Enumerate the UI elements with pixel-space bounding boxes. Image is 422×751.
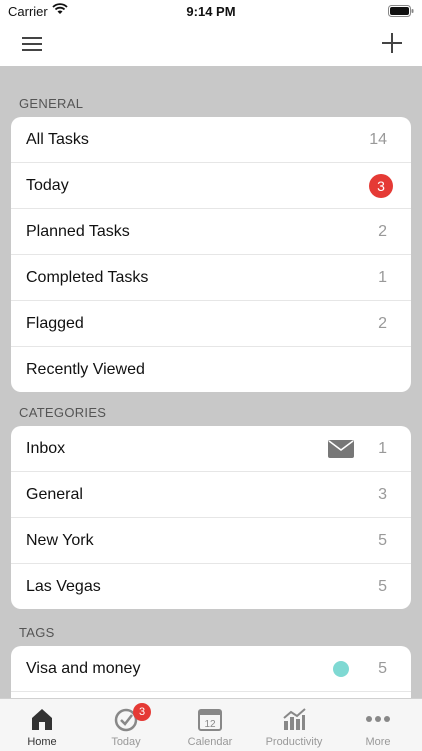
home-icon (32, 709, 52, 730)
list-item-all-tasks[interactable]: All Tasks 14 (11, 117, 411, 163)
list-item-count: 1 (378, 440, 387, 457)
hamburger-menu-icon[interactable] (20, 33, 44, 55)
tag-color-dot (333, 661, 349, 677)
productivity-icon (283, 708, 306, 730)
list-item-inbox[interactable]: Inbox 1 (11, 426, 411, 472)
general-card: All Tasks 14 Today 3 Planned Tasks 2 Com… (11, 117, 411, 392)
list-item-label: Inbox (26, 440, 66, 457)
list-item-general[interactable]: General 3 (11, 472, 411, 518)
list-item-label: Today (26, 177, 69, 194)
calendar-icon: 12 (198, 709, 222, 731)
list-item-label: Planned Tasks (26, 223, 130, 240)
tags-card: Visa and money 5 (11, 646, 411, 698)
tab-label: Calendar (187, 736, 233, 748)
list-item-label: Visa and money (26, 660, 141, 677)
tab-more[interactable]: More (336, 699, 420, 751)
list-item-count: 2 (378, 223, 387, 240)
tab-home[interactable]: Home (0, 699, 84, 751)
list-item-las-vegas[interactable]: Las Vegas 5 (11, 564, 411, 609)
list-item-count: 14 (369, 131, 387, 148)
list-item-label: New York (26, 532, 94, 549)
lists-content: GENERAL All Tasks 14 Today 3 Planned Tas… (0, 66, 422, 698)
tab-today[interactable]: 3 Today (84, 699, 168, 751)
list-item-label: All Tasks (26, 131, 89, 148)
list-item-planned-tasks[interactable]: Planned Tasks 2 (11, 209, 411, 255)
section-header-categories: CATEGORIES (19, 405, 107, 420)
list-item-label: Flagged (26, 315, 84, 332)
tab-bar: Home 3 Today 12 Calendar Productivity Mo… (0, 698, 422, 751)
tab-label: Today (111, 736, 141, 748)
list-item-completed-tasks[interactable]: Completed Tasks 1 (11, 255, 411, 301)
section-header-general: GENERAL (19, 96, 84, 111)
list-item-label: Recently Viewed (26, 361, 145, 378)
list-item-new-york[interactable]: New York 5 (11, 518, 411, 564)
today-count-badge: 3 (369, 174, 393, 198)
categories-card: Inbox 1 General 3 New York 5 Las Vegas 5 (11, 426, 411, 609)
list-item-count: 2 (378, 315, 387, 332)
navigation-bar (0, 22, 422, 66)
tab-label: Productivity (265, 736, 323, 748)
battery-icon (388, 5, 414, 17)
list-item-count: 1 (378, 269, 387, 286)
list-item-label: Las Vegas (26, 578, 101, 595)
tab-label: Home (27, 736, 57, 748)
list-item-count: 5 (378, 578, 387, 595)
list-item-today[interactable]: Today 3 (11, 163, 411, 209)
mail-icon (328, 440, 354, 458)
list-item-flagged[interactable]: Flagged 2 (11, 301, 411, 347)
tab-calendar[interactable]: 12 Calendar (168, 699, 252, 751)
list-item-count: 3 (378, 486, 387, 503)
tab-productivity[interactable]: Productivity (252, 699, 336, 751)
list-item-recently-viewed[interactable]: Recently Viewed (11, 347, 411, 392)
more-icon (366, 716, 390, 722)
status-bar: Carrier 9:14 PM (0, 0, 422, 22)
list-item-count: 5 (378, 660, 387, 677)
list-item-label: Completed Tasks (26, 269, 149, 286)
list-item-count: 5 (378, 532, 387, 549)
list-item-label: General (26, 486, 83, 503)
calendar-day-number: 12 (204, 719, 216, 730)
tab-label: More (365, 736, 391, 748)
section-header-tags: TAGS (19, 625, 55, 640)
list-item-visa-and-money[interactable]: Visa and money 5 (11, 646, 411, 692)
today-tab-badge: 3 (133, 703, 151, 721)
status-time: 9:14 PM (186, 4, 236, 19)
add-icon[interactable] (380, 31, 404, 55)
